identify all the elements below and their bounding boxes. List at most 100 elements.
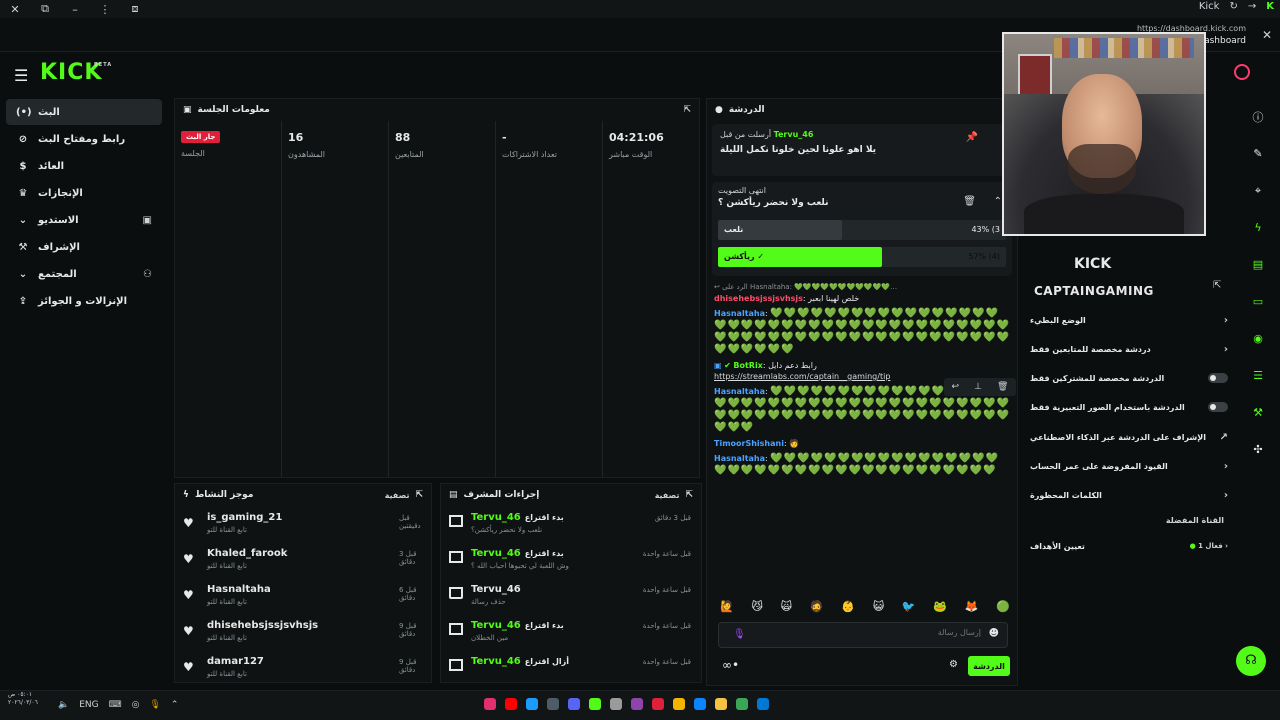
windows-start-icon[interactable] [757, 698, 769, 710]
setting-ai-moderation[interactable]: الإشراف على الدردشة عبر الذكاء الاصطناعي… [1030, 427, 1228, 447]
popout-icon[interactable]: ⇱ [1213, 280, 1221, 291]
chat-message[interactable]: TimoorShishani: 🧑 [714, 438, 1010, 449]
chat-message[interactable]: ↩ الرد على Hasnaltaha: 💚💚💚💚💚💚💚💚💚💚💚… dhis… [714, 282, 1010, 304]
instagram-icon[interactable] [484, 698, 496, 710]
kick-logo[interactable]: KICK BETA [40, 60, 111, 85]
chat-username[interactable]: Hasnaltaha [714, 309, 765, 318]
setting-banned-words[interactable]: الكلمات المحظورة › [1030, 485, 1228, 505]
chevron-up-icon[interactable]: ⌃ [171, 700, 179, 710]
filter-button[interactable]: تصفية [385, 491, 410, 500]
emotes-only-toggle[interactable] [1208, 402, 1228, 412]
emote[interactable]: 👶 [841, 600, 855, 618]
microphone-icon[interactable]: 🎙 [733, 629, 746, 640]
infinity-icon[interactable]: ∞• [722, 658, 739, 672]
setting-slow-mode[interactable]: الوضع البطيء › [1030, 310, 1228, 330]
sidebar-item-revenue[interactable]: $ العائد [6, 153, 162, 179]
extensions-icon[interactable]: ⧈ [120, 2, 150, 16]
reload-icon[interactable]: ↻ [1229, 1, 1237, 12]
obs-icon[interactable] [610, 698, 622, 710]
emoji-icon[interactable]: ☻ [989, 628, 999, 639]
setting-followers-only[interactable]: دردشة مخصصة للمتابعين فقط › [1030, 339, 1228, 359]
reply-icon[interactable]: ↩ [952, 382, 960, 392]
subscribers-only-toggle[interactable] [1208, 373, 1228, 383]
document-icon[interactable]: ▤ [1240, 246, 1276, 283]
chevron-up-icon[interactable]: ⌃ [994, 196, 1002, 207]
chat-message[interactable]: Hasnaltaha: 💚💚💚💚💚💚💚💚💚💚💚💚💚💚💚💚💚💚💚💚💚💚💚💚💚💚💚💚… [714, 453, 1010, 477]
hamburger-menu-icon[interactable]: ☰ [14, 66, 28, 85]
steam-icon[interactable] [547, 698, 559, 710]
setting-goals[interactable]: تعيين الأهداف ● 1 فعال › [1030, 536, 1228, 556]
keyboard-icon[interactable]: ⌨ [109, 700, 122, 710]
emote[interactable]: 🙀 [781, 600, 792, 618]
chat-username[interactable]: TimoorShishani [714, 439, 784, 448]
lightning-icon[interactable]: ϟ [1240, 209, 1276, 246]
app-icon[interactable] [631, 698, 643, 710]
chat-icon[interactable]: ▭ [1240, 283, 1276, 320]
pinned-message[interactable]: أرسلت من قبل Tervu_46 يلا اهو علونا لحين… [712, 124, 1012, 176]
discord-icon[interactable] [568, 698, 580, 710]
emote[interactable]: 😺 [873, 600, 884, 618]
trash-icon[interactable]: 🗑 [963, 196, 976, 207]
telegram-icon[interactable] [526, 698, 538, 710]
menu-icon[interactable]: ⋮ [90, 3, 120, 16]
sidebar-item-stream-key[interactable]: ⊘ رابط ومفتاح البث [6, 126, 162, 152]
popout-icon[interactable]: ⇱ [415, 490, 423, 500]
emote[interactable]: 🐦 [902, 600, 916, 618]
setting-account-age[interactable]: القيود المفروضة على عمر الحساب › [1030, 456, 1228, 476]
volume-icon[interactable]: 🔈 [58, 700, 69, 710]
popout-icon[interactable]: ⇱ [685, 490, 693, 500]
tip-link[interactable]: https://streamlabs.com/captain__gaming/t… [714, 372, 890, 381]
gear-icon[interactable]: ⚙ [949, 659, 958, 670]
pinned-by-user[interactable]: Tervu_46 [774, 130, 814, 139]
emote[interactable]: 🙋 [720, 600, 734, 618]
target-icon[interactable]: ⌖ [1240, 172, 1276, 209]
app-icon[interactable] [736, 698, 748, 710]
support-icon[interactable]: ☊ [1236, 646, 1266, 676]
wrench-icon[interactable]: ⚒ [1240, 394, 1276, 431]
add-widget-icon[interactable]: ✣ [1240, 431, 1276, 468]
info-icon[interactable]: ⓘ [1240, 98, 1276, 135]
send-chat-button[interactable]: الدردشة [968, 656, 1010, 676]
close-tab-icon[interactable]: ✕ [1262, 28, 1272, 42]
popout-icon[interactable]: ⇱ [683, 105, 691, 115]
emote[interactable]: 🦊 [965, 600, 979, 618]
forward-icon[interactable]: → [1248, 1, 1256, 12]
network-icon[interactable]: ◎ [132, 700, 140, 710]
profile-avatar[interactable] [1234, 64, 1250, 80]
sidebar-item-stream[interactable]: (•) البث [6, 99, 162, 125]
youtube-icon[interactable] [505, 698, 517, 710]
chat-input[interactable] [751, 628, 981, 637]
trash-icon[interactable]: 🗑 [997, 382, 1008, 392]
chat-username[interactable]: BotRix [733, 361, 762, 370]
folder-icon[interactable] [715, 698, 727, 710]
close-icon[interactable]: ✕ [0, 3, 30, 16]
sidebar-item-drops[interactable]: ⇪ الإنزالات و الجوائز [6, 288, 162, 314]
activity-feed-panel: ϟ موجز النشاط تصفية ⇱ ♥ is_gaming_21 تابع … [174, 483, 432, 683]
record-icon[interactable] [652, 698, 664, 710]
sidebar-item-achievements[interactable]: ♛ الإنجازات [6, 180, 162, 206]
chat-username[interactable]: Hasnaltaha [714, 387, 765, 396]
list-icon[interactable]: ☰ [1240, 357, 1276, 394]
chat-username[interactable]: dhisehebsjssjsvhsjs [714, 294, 803, 303]
mic-icon[interactable]: 🎙 [149, 700, 160, 710]
pin-icon[interactable]: ⊥ [974, 382, 982, 392]
pencil-icon[interactable]: ✎ [1240, 135, 1276, 172]
language-indicator[interactable]: ENG [79, 700, 98, 710]
emote[interactable]: 🟢 [996, 600, 1010, 618]
emote[interactable]: 😼 [751, 600, 762, 618]
minimize-icon[interactable]: – [60, 3, 90, 16]
emote[interactable]: 🐸 [933, 600, 947, 618]
chat-message[interactable]: Hasnaltaha: 💚💚💚💚💚💚💚💚💚💚💚💚💚💚💚💚💚💚💚💚💚💚💚💚💚💚💚💚… [714, 308, 1010, 356]
filter-button[interactable]: تصفية [655, 491, 680, 500]
broadcast-icon[interactable]: ◉ [1240, 320, 1276, 357]
sidebar-item-studio[interactable]: ⌄ الاستديو ▣ [6, 207, 162, 233]
kick-app-icon[interactable] [589, 698, 601, 710]
edge-icon[interactable] [694, 698, 706, 710]
emote[interactable]: 🧔 [810, 600, 824, 618]
sidebar-item-community[interactable]: ⌄ المجتمع ⚇ [6, 261, 162, 287]
restore-icon[interactable]: ⧉ [30, 2, 60, 16]
pin-icon[interactable]: 📌 [966, 132, 978, 143]
chat-username[interactable]: Hasnaltaha [714, 454, 765, 463]
sidebar-item-moderation[interactable]: ⚒ الإشراف [6, 234, 162, 260]
chrome-icon[interactable] [673, 698, 685, 710]
